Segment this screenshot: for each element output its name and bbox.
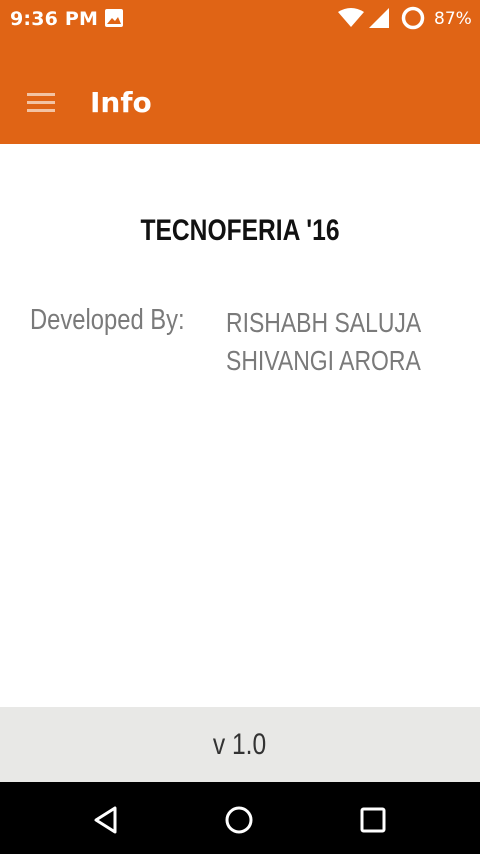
- recents-icon: [360, 807, 386, 833]
- gallery-notification-icon: [105, 9, 123, 27]
- info-content: TECNOFERIA '16 Developed By: RISHABH SAL…: [0, 144, 480, 707]
- event-title: TECNOFERIA '16: [140, 214, 340, 247]
- navigation-bar: [0, 782, 480, 854]
- developed-by-label: Developed By:: [30, 304, 185, 336]
- developer-list: RISHABH SALUJA SHIVANGI ARORA: [226, 304, 464, 380]
- hamburger-menu-icon: [27, 93, 55, 112]
- recents-button[interactable]: [353, 800, 393, 840]
- version-footer: v 1.0: [0, 707, 480, 782]
- cell-signal-icon: [369, 8, 389, 28]
- app-bar: 9:36 PM 87% Info: [0, 0, 480, 144]
- developer-name: RISHABH SALUJA: [226, 307, 422, 338]
- home-icon: [225, 806, 253, 834]
- status-time: 9:36 PM: [10, 8, 99, 30]
- back-button[interactable]: [86, 800, 126, 840]
- version-label: v 1.0: [213, 727, 267, 761]
- back-icon: [94, 806, 117, 834]
- wifi-icon: [338, 8, 364, 27]
- developer-name: SHIVANGI ARORA: [226, 345, 421, 376]
- screen: 9:36 PM 87% Info TECNOFERIA '16 Develope…: [0, 0, 480, 854]
- menu-button[interactable]: [24, 86, 58, 118]
- battery-saver-icon: [401, 6, 425, 30]
- page-title: Info: [90, 86, 152, 119]
- home-button[interactable]: [219, 800, 259, 840]
- battery-percent: 87%: [434, 9, 472, 29]
- status-bar: 9:36 PM 87%: [0, 0, 480, 38]
